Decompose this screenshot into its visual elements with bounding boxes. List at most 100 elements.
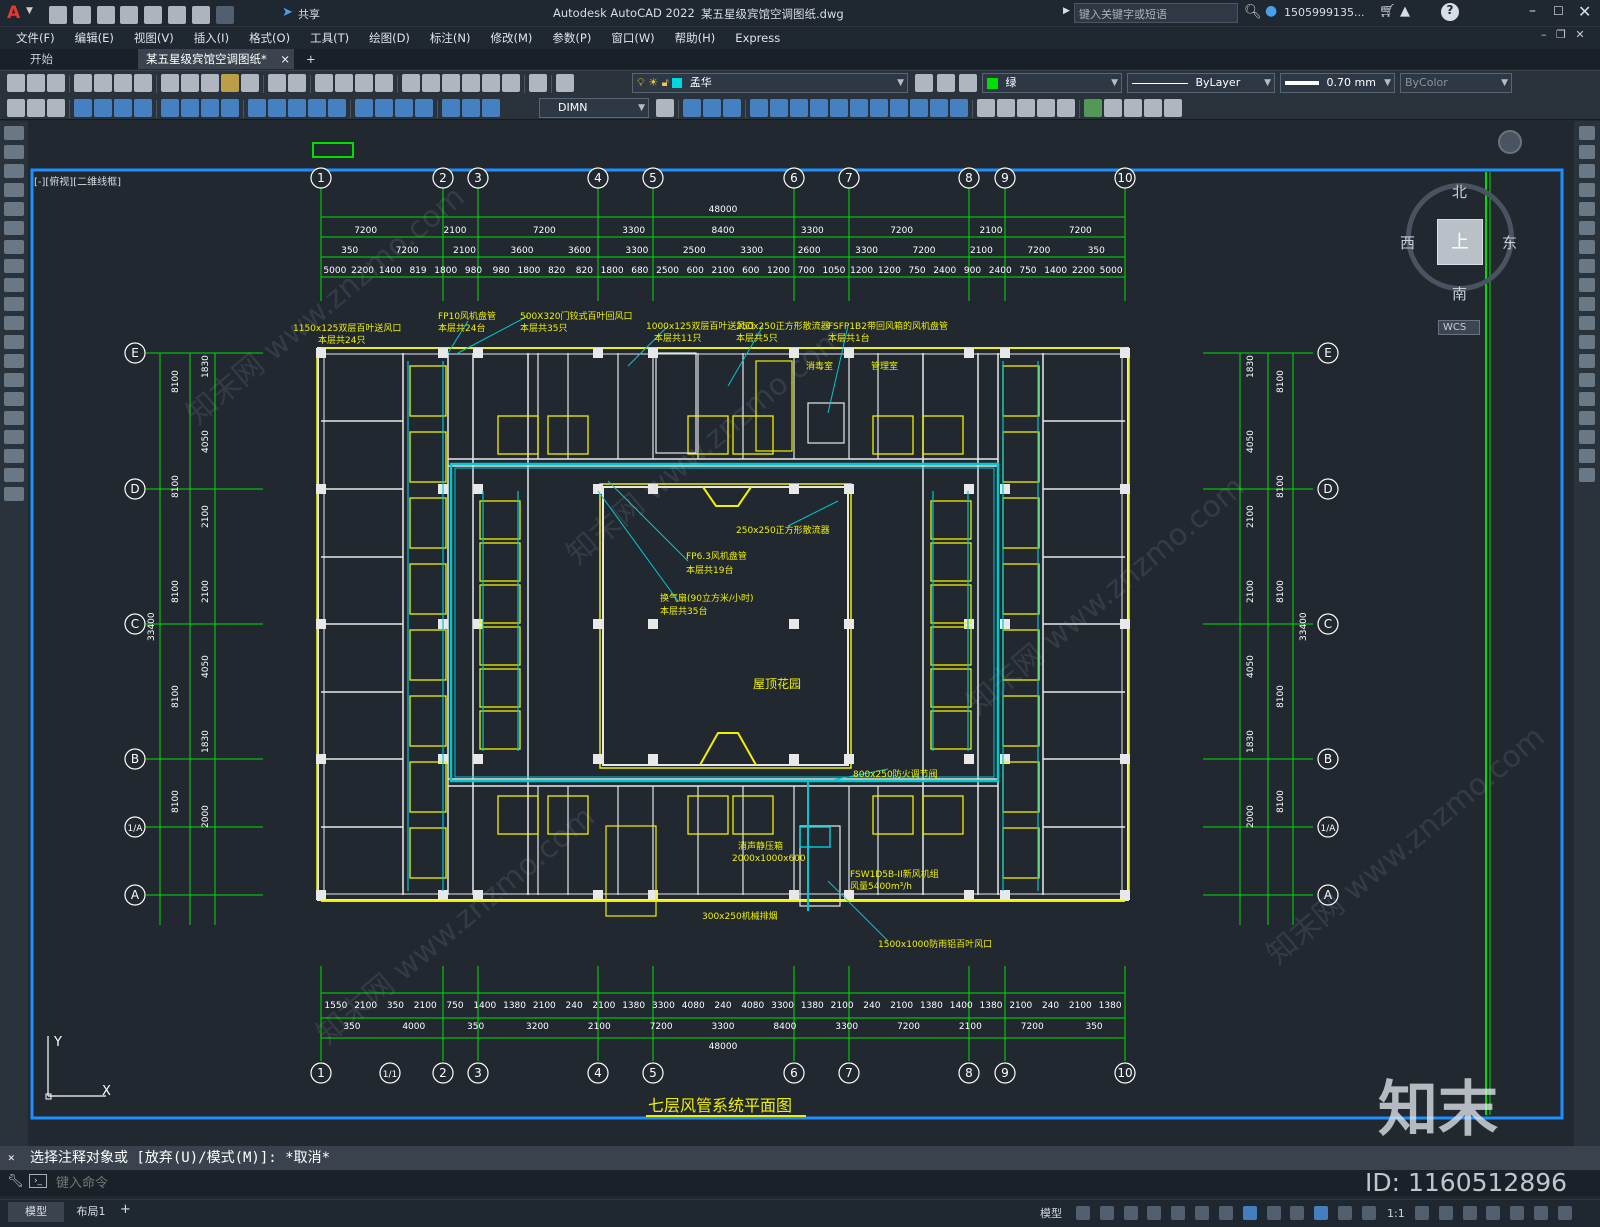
snap-icon[interactable] [1099, 1206, 1114, 1220]
mirror-icon[interactable] [703, 99, 721, 117]
menu-item-6[interactable]: 绘图(D) [359, 27, 420, 49]
dim-arc-icon[interactable] [114, 99, 132, 117]
spline-tool-icon[interactable] [4, 278, 24, 292]
open-icon[interactable] [27, 74, 45, 92]
group-icon[interactable] [1084, 99, 1102, 117]
tab-layout1[interactable]: 布局1 [66, 1202, 116, 1222]
move-icon[interactable] [770, 99, 788, 117]
units-icon[interactable] [1462, 1206, 1477, 1220]
3dprint-icon[interactable] [134, 74, 152, 92]
scale-icon[interactable] [810, 99, 828, 117]
help-icon[interactable]: ? [1441, 3, 1459, 21]
mtext-icon[interactable] [47, 99, 65, 117]
ellipse-tool-icon[interactable] [4, 297, 24, 311]
dim-text-edit-icon[interactable] [462, 99, 480, 117]
compass-north[interactable]: 北 [1452, 181, 1467, 202]
layer-dropdown[interactable]: 💡︎ ☀ 🔓︎ 孟华 ▼ [632, 73, 908, 93]
dim-style-icon[interactable] [656, 99, 674, 117]
ellipse-arc-tool-icon[interactable] [4, 316, 24, 330]
region-icon[interactable] [1057, 99, 1075, 117]
help-tb-icon[interactable] [529, 74, 547, 92]
menu-item-4[interactable]: 格式(O) [239, 27, 300, 49]
block-icon[interactable] [997, 99, 1015, 117]
dim-break-icon[interactable] [328, 99, 346, 117]
customization-icon[interactable] [1557, 1206, 1572, 1220]
menu-item-2[interactable]: 视图(V) [124, 27, 184, 49]
maximize-icon[interactable]: ☐ [1553, 4, 1564, 18]
user-icon[interactable]: ● [1265, 3, 1277, 19]
text-icon[interactable] [27, 99, 45, 117]
annotation-visibility-icon[interactable] [1314, 1206, 1329, 1220]
undo-tb-icon[interactable] [268, 74, 286, 92]
dim-radius-icon[interactable] [161, 99, 179, 117]
rectangle-tool-icon[interactable] [4, 202, 24, 216]
cart-icon[interactable]: 🛒︎ [1379, 4, 1396, 19]
zoom-previous-icon[interactable] [375, 74, 393, 92]
stretch-tool-icon[interactable] [1579, 278, 1595, 292]
compass-south[interactable]: 南 [1452, 283, 1467, 304]
stretch-icon[interactable] [830, 99, 848, 117]
isodraft-icon[interactable] [1171, 1206, 1186, 1220]
make-block-tool-icon[interactable] [4, 354, 24, 368]
paste-icon[interactable] [201, 74, 219, 92]
dim-angular-icon[interactable] [221, 99, 239, 117]
add-selected-tool-icon[interactable] [4, 487, 24, 501]
trim-tool-icon[interactable] [1579, 297, 1595, 311]
select-all-icon[interactable] [1144, 99, 1162, 117]
cut-icon[interactable] [161, 74, 179, 92]
save-as-icon[interactable] [120, 6, 139, 24]
break-icon[interactable] [890, 99, 908, 117]
sheet-set-icon[interactable] [462, 74, 480, 92]
annotation-monitor-icon[interactable] [1438, 1206, 1453, 1220]
osnap-icon[interactable] [1218, 1206, 1233, 1220]
quick-select-icon[interactable] [1164, 99, 1182, 117]
dim-ordinate-icon[interactable] [134, 99, 152, 117]
layer-properties-icon[interactable] [556, 74, 574, 92]
otrack-icon[interactable] [1195, 1206, 1210, 1220]
search-icon[interactable]: 🔍︎ [1244, 4, 1262, 20]
revision-cloud-tool-icon[interactable] [4, 259, 24, 273]
menu-item-7[interactable]: 标注(N) [420, 27, 481, 49]
search-box[interactable]: 键入关键字或短语 [1074, 3, 1238, 23]
center-mark-icon[interactable] [375, 99, 393, 117]
extend-icon[interactable] [870, 99, 888, 117]
scale-tool-icon[interactable] [1579, 259, 1595, 273]
viewport-label[interactable]: [-][俯视][二维线框] [34, 173, 121, 188]
clean-screen-icon[interactable] [1534, 1206, 1549, 1220]
menu-item-11[interactable]: 帮助(H) [665, 27, 726, 49]
linetype-dropdown[interactable]: ByLayer ▼ [1127, 73, 1275, 93]
command-prompt-icon[interactable]: ›_ [29, 1174, 47, 1188]
join-icon[interactable] [910, 99, 928, 117]
lineweight-dropdown[interactable]: 0.70 mm ▼ [1280, 73, 1395, 93]
share-button[interactable]: 共享 [298, 6, 320, 22]
join-tool-icon[interactable] [1579, 373, 1595, 387]
tool-palettes-icon[interactable] [442, 74, 460, 92]
redo-icon[interactable] [215, 6, 234, 24]
preview-icon[interactable] [94, 74, 112, 92]
annotation-scale-icon[interactable] [1361, 1206, 1376, 1220]
user-name[interactable]: 1505999135... [1284, 6, 1364, 19]
rotate-tool-icon[interactable] [1579, 240, 1595, 254]
dim-diameter-icon[interactable] [201, 99, 219, 117]
fillet-tool-icon[interactable] [1579, 411, 1595, 425]
plot-preview-icon[interactable] [144, 6, 163, 24]
offset-tool-icon[interactable] [1579, 183, 1595, 197]
copy-modify-icon[interactable] [683, 99, 701, 117]
insert-block-tool-icon[interactable] [4, 335, 24, 349]
design-center-icon[interactable] [422, 74, 440, 92]
autocad-logo-icon[interactable]: A [7, 3, 20, 23]
measure-icon[interactable] [1124, 99, 1142, 117]
app-menu-chevron-icon[interactable]: ▼ [26, 6, 33, 16]
grid-icon[interactable] [1076, 1206, 1090, 1220]
menu-item-10[interactable]: 窗口(W) [601, 27, 664, 49]
mirror-tool-icon[interactable] [1579, 164, 1595, 178]
tab-start[interactable]: 开始 [22, 49, 134, 69]
compass-east[interactable]: 东 [1502, 232, 1517, 253]
pan-icon[interactable] [315, 74, 333, 92]
annotation-scale[interactable]: 1:1 [1387, 1204, 1405, 1224]
command-input[interactable] [56, 1172, 1256, 1194]
point-tool-icon[interactable] [4, 373, 24, 387]
ortho-icon[interactable] [1123, 1206, 1138, 1220]
break-at-point-tool-icon[interactable] [1579, 335, 1595, 349]
new-file-icon[interactable] [49, 6, 67, 24]
